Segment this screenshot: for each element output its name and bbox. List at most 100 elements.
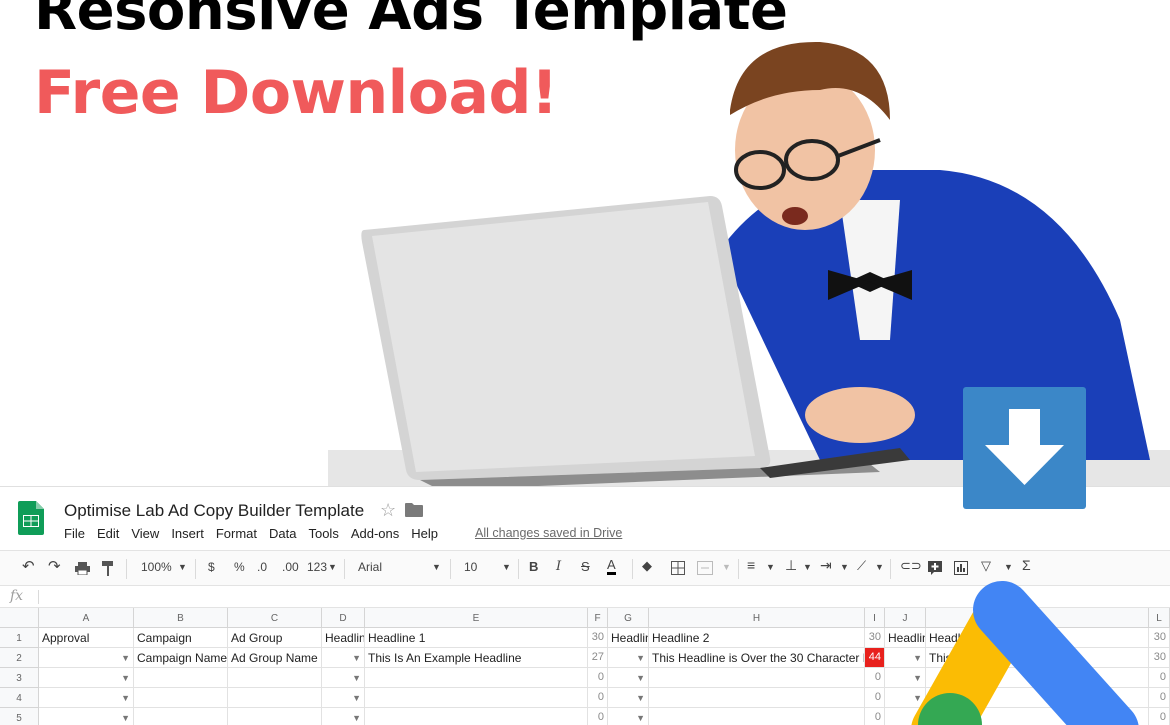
cell[interactable] — [228, 688, 322, 708]
cell[interactable] — [365, 708, 588, 725]
select-all-corner[interactable] — [0, 608, 39, 628]
column-header[interactable]: G — [608, 608, 649, 628]
dropdown-chevron-down-icon[interactable]: ▼ — [322, 708, 365, 725]
dropdown-chevron-down-icon[interactable]: ▼ — [608, 648, 649, 668]
borders-icon[interactable] — [671, 561, 685, 575]
dropdown-chevron-down-icon[interactable]: ▼ — [322, 648, 365, 668]
cell[interactable]: 0 — [865, 668, 885, 688]
zoom-select[interactable]: 100% — [141, 560, 172, 574]
cell[interactable]: Headline 2 — [649, 628, 865, 648]
increase-decimal-button[interactable]: .00 — [282, 560, 299, 574]
folder-icon[interactable] — [405, 503, 423, 517]
cell[interactable]: 0 — [865, 688, 885, 708]
currency-button[interactable]: $ — [208, 560, 215, 574]
row-number[interactable]: 4 — [0, 688, 39, 708]
align-chevron-down-icon[interactable]: ▼ — [766, 562, 775, 572]
font-chevron-down-icon[interactable]: ▼ — [432, 562, 441, 572]
text-wrap-icon[interactable]: ⇥ — [820, 557, 832, 574]
dropdown-chevron-down-icon[interactable]: ▼ — [39, 688, 134, 708]
cell[interactable] — [134, 708, 228, 725]
zoom-chevron-down-icon[interactable]: ▼ — [178, 562, 187, 572]
cell[interactable] — [134, 668, 228, 688]
dropdown-chevron-down-icon[interactable]: ▼ — [39, 668, 134, 688]
cell[interactable]: Approval — [39, 628, 134, 648]
cell[interactable]: 30 — [865, 628, 885, 648]
cell[interactable]: 0 — [865, 708, 885, 725]
menu-help[interactable]: Help — [411, 526, 438, 541]
cell[interactable] — [365, 668, 588, 688]
cell[interactable]: 27 — [588, 648, 608, 668]
cell[interactable]: Campaign — [134, 628, 228, 648]
cell[interactable]: Campaign Name — [134, 648, 228, 668]
cell[interactable]: 30 — [588, 628, 608, 648]
column-header[interactable]: D — [322, 608, 365, 628]
decrease-decimal-button[interactable]: .0 — [257, 560, 267, 574]
cell[interactable]: 0 — [588, 688, 608, 708]
dropdown-chevron-down-icon[interactable]: ▼ — [322, 688, 365, 708]
cell[interactable]: Headline 1 — [365, 628, 588, 648]
dropdown-chevron-down-icon[interactable]: ▼ — [39, 648, 134, 668]
menu-addons[interactable]: Add-ons — [351, 526, 399, 541]
column-header[interactable]: E — [365, 608, 588, 628]
menu-tools[interactable]: Tools — [308, 526, 338, 541]
fill-color-icon[interactable]: ◆ — [642, 558, 652, 574]
merge-chevron-down-icon[interactable]: ▼ — [722, 562, 731, 572]
star-icon[interactable]: ☆ — [380, 500, 396, 521]
font-size-select[interactable]: 10 — [464, 560, 477, 574]
cell[interactable]: 0 — [588, 708, 608, 725]
cell[interactable]: 0 — [588, 668, 608, 688]
paint-format-icon[interactable] — [102, 561, 114, 576]
font-size-chevron-down-icon[interactable]: ▼ — [502, 562, 511, 572]
menu-edit[interactable]: Edit — [97, 526, 119, 541]
cell[interactable] — [649, 668, 865, 688]
bold-button[interactable]: B — [529, 559, 538, 574]
menu-data[interactable]: Data — [269, 526, 296, 541]
cell[interactable]: Headline — [322, 628, 365, 648]
print-icon[interactable] — [75, 562, 90, 575]
menu-view[interactable]: View — [131, 526, 159, 541]
cell[interactable] — [365, 688, 588, 708]
cell[interactable] — [649, 708, 865, 725]
cell[interactable] — [649, 688, 865, 708]
valign-chevron-down-icon[interactable]: ▼ — [803, 562, 812, 572]
cell[interactable]: Headline — [608, 628, 649, 648]
text-color-button[interactable]: A — [607, 558, 616, 575]
rotate-chevron-down-icon[interactable]: ▼ — [875, 562, 884, 572]
cell[interactable] — [228, 668, 322, 688]
column-header[interactable]: C — [228, 608, 322, 628]
dropdown-chevron-down-icon[interactable]: ▼ — [322, 668, 365, 688]
font-select[interactable]: Arial — [358, 560, 382, 574]
dropdown-chevron-down-icon[interactable]: ▼ — [608, 688, 649, 708]
column-header[interactable]: I — [865, 608, 885, 628]
column-header[interactable]: A — [39, 608, 134, 628]
row-number[interactable]: 2 — [0, 648, 39, 668]
italic-button[interactable]: I — [556, 559, 561, 574]
row-number[interactable]: 5 — [0, 708, 39, 725]
more-formats-button[interactable]: 123 — [307, 560, 327, 574]
text-rotate-icon[interactable]: ⟋ — [857, 558, 866, 574]
menu-format[interactable]: Format — [216, 526, 257, 541]
cell[interactable]: This Headline is Over the 30 Character L… — [649, 648, 865, 668]
row-number[interactable]: 3 — [0, 668, 39, 688]
undo-icon[interactable]: ↶ — [22, 557, 35, 575]
download-button[interactable] — [963, 387, 1086, 509]
align-left-icon[interactable]: ≡ — [747, 557, 755, 573]
save-status-link[interactable]: All changes saved in Drive — [475, 526, 622, 540]
row-number[interactable]: 1 — [0, 628, 39, 648]
doc-title[interactable]: Optimise Lab Ad Copy Builder Template — [64, 501, 364, 521]
menu-insert[interactable]: Insert — [171, 526, 204, 541]
cell[interactable]: This Is An Example Headline — [365, 648, 588, 668]
merge-cells-icon[interactable] — [697, 561, 713, 575]
vertical-align-icon[interactable]: ⊥ — [785, 557, 797, 574]
redo-icon[interactable]: ↷ — [48, 557, 61, 575]
formats-chevron-down-icon[interactable]: ▼ — [328, 562, 337, 572]
cell[interactable]: Ad Group — [228, 628, 322, 648]
column-header[interactable]: H — [649, 608, 865, 628]
dropdown-chevron-down-icon[interactable]: ▼ — [39, 708, 134, 725]
dropdown-chevron-down-icon[interactable]: ▼ — [608, 668, 649, 688]
column-header[interactable]: B — [134, 608, 228, 628]
sheets-logo-icon[interactable] — [18, 501, 44, 535]
menu-file[interactable]: File — [64, 526, 85, 541]
cell[interactable] — [228, 708, 322, 725]
wrap-chevron-down-icon[interactable]: ▼ — [840, 562, 849, 572]
